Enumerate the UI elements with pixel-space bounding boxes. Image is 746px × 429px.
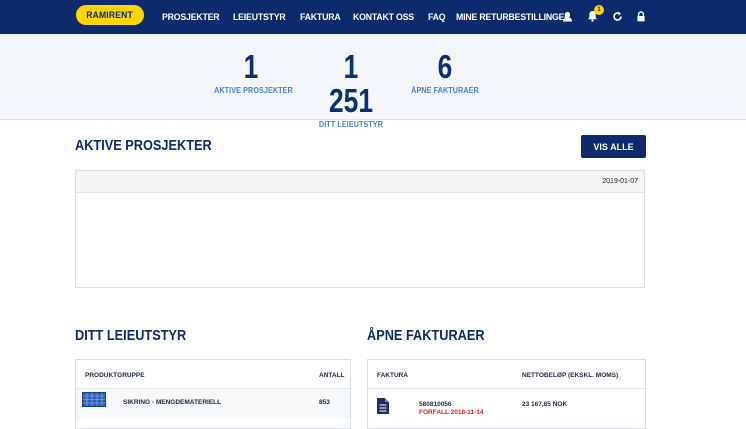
stat-label: AKTIVE PROSJEKTER [214, 86, 293, 95]
nav-item-faktura[interactable]: FAKTURA [300, 12, 341, 23]
stat-active-projects[interactable]: 1 AKTIVE PROSJEKTER [210, 48, 293, 96]
active-projects-title: AKTIVE PROSJEKTER [75, 137, 212, 154]
nav-item-leieutstyr[interactable]: LEIEUTSTYR [233, 12, 286, 23]
column-header-count: ANTALL [319, 372, 345, 379]
invoice-amount: 23 167,85 NOK [522, 401, 568, 408]
project-row-header[interactable]: 2019-01-07 [76, 171, 644, 193]
active-projects-panel: 2019-01-07 [75, 170, 645, 288]
product-group: SIKRING - MENGDEMATERIELL [123, 399, 222, 406]
main-nav: PROSJEKTER LEIEUTSTYR FAKTURA KONTAKT OS… [162, 0, 580, 34]
nav-item-faq[interactable]: FAQ [428, 12, 446, 23]
ramirent-logo[interactable]: RAMIRENT [76, 5, 144, 25]
stat-label: ÅPNE FAKTURAER [411, 86, 479, 95]
stat-open-invoices[interactable]: 6 ÅPNE FAKTURAER [404, 48, 486, 96]
invoice-number[interactable]: 580810056 [419, 401, 452, 408]
product-thumbnail [82, 392, 106, 407]
table-row[interactable]: SIKRING - MENGDEMATERIELL 853 [76, 388, 350, 418]
equipment-title: DITT LEIEUTSTYR [75, 327, 187, 344]
stat-value: 1 [243, 48, 259, 85]
bell-icon[interactable]: 1 [585, 5, 604, 23]
stats-band: 1 AKTIVE PROSJEKTER 1 251 DITT LEIEUTSTY… [0, 34, 746, 129]
stat-label: DITT LEIEUTSTYR [318, 120, 384, 129]
nav-item-kontakt-oss[interactable]: KONTAKT OSS [353, 12, 414, 23]
lock-icon[interactable] [634, 9, 648, 23]
column-header-product-group: PRODUKTGRUPPE [85, 372, 145, 379]
user-icon[interactable] [560, 9, 574, 23]
stat-value: 6 [437, 48, 453, 85]
project-date: 2019-01-07 [602, 178, 638, 185]
top-navbar: RAMIRENT PROSJEKTER LEIEUTSTYR FAKTURA K… [0, 0, 746, 34]
nav-item-prosjekter[interactable]: PROSJEKTER [162, 12, 220, 23]
nav-item-mine-returbestillinger[interactable]: MINE RETURBESTILLINGER [456, 12, 571, 23]
refresh-icon[interactable] [610, 9, 624, 23]
table-row[interactable]: 580810056 FORFALL 2018-11-14 23 167,85 N… [368, 388, 645, 428]
notification-badge: 1 [594, 5, 604, 15]
logo-text: RAMIRENT [86, 10, 134, 20]
stat-value: 1 251 [328, 48, 374, 119]
column-header-invoice: FAKTURA [377, 372, 409, 379]
invoice-due-date: FORFALL 2018-11-14 [419, 409, 484, 416]
column-header-net-amount: NETTOBELØP (EKSKL. MOMS) [522, 372, 619, 379]
document-icon [376, 397, 390, 420]
invoices-title: ÅPNE FAKTURAER [367, 327, 485, 344]
stat-rented-equipment[interactable]: 1 251 DITT LEIEUTSTYR [310, 48, 392, 130]
view-all-button[interactable]: VIS ALLE [581, 135, 646, 158]
product-count: 853 [319, 399, 330, 406]
